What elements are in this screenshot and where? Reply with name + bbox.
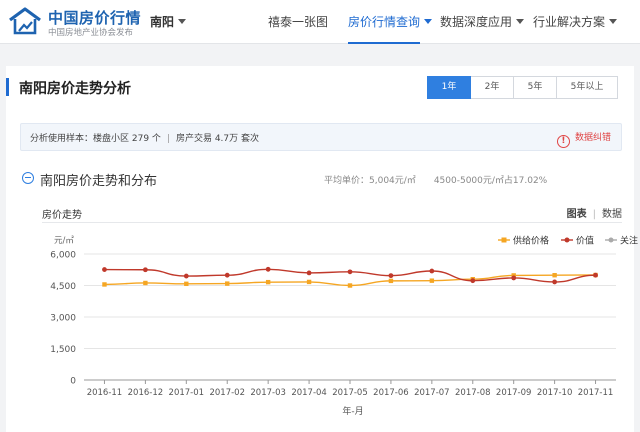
series-2-point [347, 269, 353, 275]
series-1-point [225, 281, 230, 286]
series-2-point [552, 279, 558, 285]
legend-series-2-label: 价值 [576, 235, 594, 247]
price-trend-chart: 0 1,500 3,000 4,500 6,000 元/㎡ 2016-11 2016-12 20… [50, 235, 638, 418]
y-tick-label: 6,000 [50, 251, 76, 261]
legend-series-3-marker [608, 237, 614, 243]
series-1-point [143, 280, 148, 286]
legend-series-3-label: 关注 [620, 235, 638, 247]
series-2-point [470, 278, 476, 284]
series-1-point [388, 278, 394, 284]
series-2-point [511, 275, 517, 281]
series-2-point [102, 267, 107, 272]
y-tick-label: 3,000 [50, 314, 76, 324]
x-tick-label: 2017-09 [496, 388, 532, 398]
x-tick-label: 2017-07 [414, 388, 450, 398]
x-axis-label: 年-月 [342, 405, 363, 417]
tab-1-year[interactable]: 1年 [427, 76, 471, 99]
series-1-point [429, 278, 435, 283]
series-2-point [429, 268, 435, 274]
x-tick-label: 2017-08 [455, 388, 491, 398]
series-1-point [184, 281, 189, 287]
x-tick-label: 2017-11 [578, 388, 614, 398]
x-tick-label: 2017-04 [291, 388, 327, 398]
x-tick-label: 2016-12 [128, 388, 164, 398]
series-1-point [306, 279, 312, 285]
y-tick-label: 1,500 [50, 345, 76, 355]
series-2-point [593, 272, 598, 278]
legend-series-1-marker [501, 237, 507, 243]
y-axis-label: 元/㎡ [54, 236, 74, 246]
x-tick-label: 2017-03 [250, 388, 286, 398]
x-tick-label: 2017-05 [332, 388, 368, 398]
series-2-point [183, 273, 189, 279]
x-tick-label: 2016-11 [87, 388, 123, 398]
legend-series-2-marker [564, 237, 570, 243]
x-tick-label: 2017-06 [373, 388, 409, 398]
series-2-point [388, 273, 394, 279]
y-tick-label: 0 [70, 377, 76, 387]
x-tick-label: 2017-10 [537, 388, 573, 398]
series-1-point [347, 283, 353, 288]
series-2-point [224, 272, 230, 278]
series-2-point [142, 267, 148, 273]
series-1-point [265, 279, 271, 285]
series-1-point [552, 273, 557, 278]
x-tick-label: 2017-02 [209, 388, 245, 398]
y-tick-label: 4,500 [50, 282, 76, 292]
x-tick-label: 2017-01 [169, 388, 205, 398]
series-2-point [265, 266, 271, 272]
series-1-point [102, 282, 107, 287]
legend-series-1-label: 供给价格 [513, 235, 549, 247]
series-2-point [306, 270, 312, 276]
